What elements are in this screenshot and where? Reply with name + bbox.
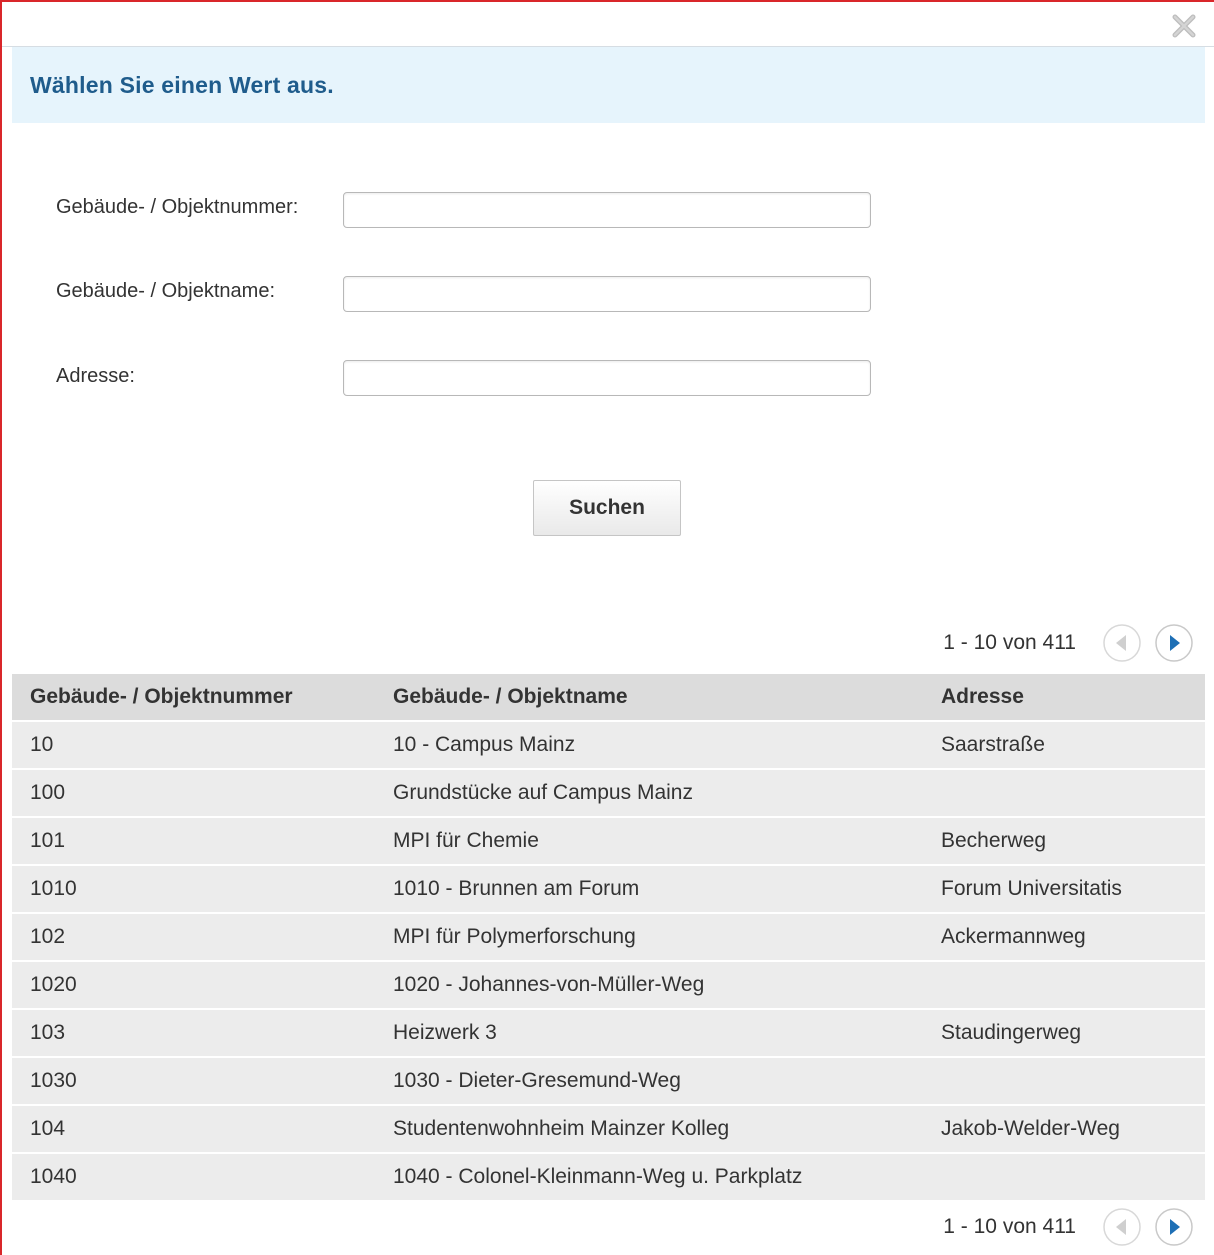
cell-address: Staudingerweg xyxy=(923,1008,1205,1057)
pagination-range: 1 - 10 von 411 xyxy=(943,1215,1076,1238)
object-name-input[interactable] xyxy=(343,276,871,312)
search-button[interactable]: Suchen xyxy=(533,480,681,536)
arrow-left-icon[interactable] xyxy=(1102,623,1142,663)
dialog-title: Wählen Sie einen Wert aus. xyxy=(30,72,334,98)
dialog-header: Wählen Sie einen Wert aus. xyxy=(12,47,1205,123)
dialog-topbar xyxy=(2,2,1214,47)
cell-object-number: 10 xyxy=(12,720,375,769)
cell-object-number: 1010 xyxy=(12,864,375,913)
address-input[interactable] xyxy=(343,360,871,396)
table-row[interactable]: 10 10 - Campus Mainz Saarstraße xyxy=(12,720,1205,769)
table-row[interactable]: 101 MPI für Chemie Becherweg xyxy=(12,816,1205,865)
cell-object-number: 104 xyxy=(12,1104,375,1153)
object-number-input[interactable] xyxy=(343,192,871,228)
table-row[interactable]: 103 Heizwerk 3 Staudingerweg xyxy=(12,1008,1205,1057)
cell-object-name: Studentenwohnheim Mainzer Kolleg xyxy=(375,1104,923,1153)
cell-object-number: 1040 xyxy=(12,1152,375,1200)
address-label: Adresse: xyxy=(56,365,135,387)
cell-address: Becherweg xyxy=(923,816,1205,865)
value-picker-dialog: Wählen Sie einen Wert aus. Gebäude- / Ob… xyxy=(0,0,1214,1255)
cell-object-name: Heizwerk 3 xyxy=(375,1008,923,1057)
arrow-right-icon[interactable] xyxy=(1154,623,1194,663)
cell-object-number: 1020 xyxy=(12,960,375,1009)
cell-object-number: 103 xyxy=(12,1008,375,1057)
cell-object-name: 1030 - Dieter-Gresemund-Weg xyxy=(375,1056,923,1105)
object-number-label: Gebäude- / Objektnummer: xyxy=(56,196,299,218)
pagination-bottom: 1 - 10 von 411 xyxy=(943,1205,1194,1249)
cell-address: Saarstraße xyxy=(923,720,1205,769)
cell-object-number: 100 xyxy=(12,768,375,817)
column-header-address[interactable]: Adresse xyxy=(923,674,1205,721)
cell-address xyxy=(923,1152,1205,1200)
arrow-right-icon[interactable] xyxy=(1154,1207,1194,1247)
table-row[interactable]: 1020 1020 - Johannes-von-Müller-Weg xyxy=(12,960,1205,1009)
cell-object-name: MPI für Polymerforschung xyxy=(375,912,923,961)
table-row[interactable]: 100 Grundstücke auf Campus Mainz xyxy=(12,768,1205,817)
cell-object-name: 1040 - Colonel-Kleinmann-Weg u. Parkplat… xyxy=(375,1152,923,1200)
table-row[interactable]: 1040 1040 - Colonel-Kleinmann-Weg u. Par… xyxy=(12,1152,1205,1200)
table-row[interactable]: 102 MPI für Polymerforschung Ackermannwe… xyxy=(12,912,1205,961)
table-row[interactable]: 104 Studentenwohnheim Mainzer Kolleg Jak… xyxy=(12,1104,1205,1153)
close-icon[interactable] xyxy=(1170,12,1198,40)
object-name-label: Gebäude- / Objektname: xyxy=(56,280,276,302)
column-header-object-number[interactable]: Gebäude- / Objektnummer xyxy=(12,674,375,721)
table-row[interactable]: 1030 1030 - Dieter-Gresemund-Weg xyxy=(12,1056,1205,1105)
cell-object-number: 1030 xyxy=(12,1056,375,1105)
pagination-range: 1 - 10 von 411 xyxy=(943,631,1076,654)
cell-object-name: 1010 - Brunnen am Forum xyxy=(375,864,923,913)
table-row[interactable]: 1010 1010 - Brunnen am Forum Forum Unive… xyxy=(12,864,1205,913)
cell-address: Forum Universitatis xyxy=(923,864,1205,913)
cell-address: Jakob-Welder-Weg xyxy=(923,1104,1205,1153)
cell-address xyxy=(923,768,1205,817)
cell-address xyxy=(923,1056,1205,1105)
cell-object-name: 10 - Campus Mainz xyxy=(375,720,923,769)
table-header-row: Gebäude- / Objektnummer Gebäude- / Objek… xyxy=(12,674,1205,721)
results-table: Gebäude- / Objektnummer Gebäude- / Objek… xyxy=(12,674,1205,1200)
cell-object-number: 102 xyxy=(12,912,375,961)
cell-address xyxy=(923,960,1205,1009)
arrow-left-icon[interactable] xyxy=(1102,1207,1142,1247)
cell-object-name: Grundstücke auf Campus Mainz xyxy=(375,768,923,817)
cell-address: Ackermannweg xyxy=(923,912,1205,961)
cell-object-number: 101 xyxy=(12,816,375,865)
pagination-top: 1 - 10 von 411 xyxy=(943,621,1194,665)
column-header-object-name[interactable]: Gebäude- / Objektname xyxy=(375,674,923,721)
cell-object-name: MPI für Chemie xyxy=(375,816,923,865)
cell-object-name: 1020 - Johannes-von-Müller-Weg xyxy=(375,960,923,1009)
